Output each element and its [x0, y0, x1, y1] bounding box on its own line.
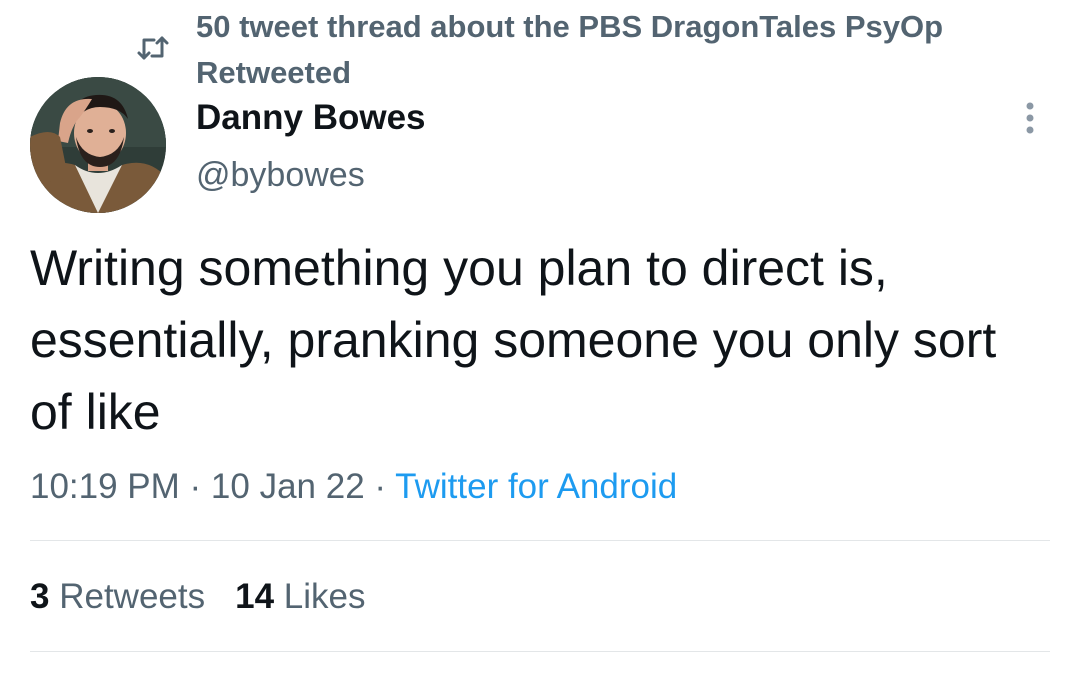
- retweets-label: Retweets: [59, 577, 206, 616]
- meta-separator: ·: [179, 467, 211, 506]
- retweet-icon: [137, 36, 169, 60]
- divider: [30, 651, 1050, 652]
- retweeted-label: Retweeted: [196, 55, 352, 90]
- author-handle[interactable]: @bybowes: [196, 154, 365, 196]
- more-vertical-icon[interactable]: [1012, 98, 1048, 138]
- retweets-stat[interactable]: 3 Retweets: [30, 577, 205, 616]
- tweet-source-link[interactable]: Twitter for Android: [395, 467, 677, 506]
- likes-count: 14: [235, 577, 275, 616]
- tweet-date[interactable]: 10 Jan 22: [211, 467, 365, 506]
- profile-photo: [30, 77, 166, 213]
- retweeter-name[interactable]: 50 tweet thread about the PBS DragonTale…: [196, 4, 943, 50]
- tweet-card: 50 tweet thread about the PBS DragonTale…: [0, 0, 1080, 683]
- meta-separator: ·: [364, 467, 396, 506]
- author-display-name[interactable]: Danny Bowes: [196, 97, 426, 139]
- divider: [30, 540, 1050, 541]
- tweet-stats: 3 Retweets 14 Likes: [30, 576, 366, 618]
- retweet-label: 50 tweet thread about the PBS DragonTale…: [196, 4, 943, 96]
- likes-stat[interactable]: 14 Likes: [235, 577, 365, 616]
- tweet-meta: 10:19 PM · 10 Jan 22 · Twitter for Andro…: [30, 466, 677, 508]
- likes-label: Likes: [283, 577, 366, 616]
- tweet-text: Writing something you plan to direct is,…: [30, 240, 997, 440]
- retweets-count: 3: [30, 577, 50, 616]
- tweet-time[interactable]: 10:19 PM: [30, 467, 180, 506]
- avatar[interactable]: [30, 77, 166, 213]
